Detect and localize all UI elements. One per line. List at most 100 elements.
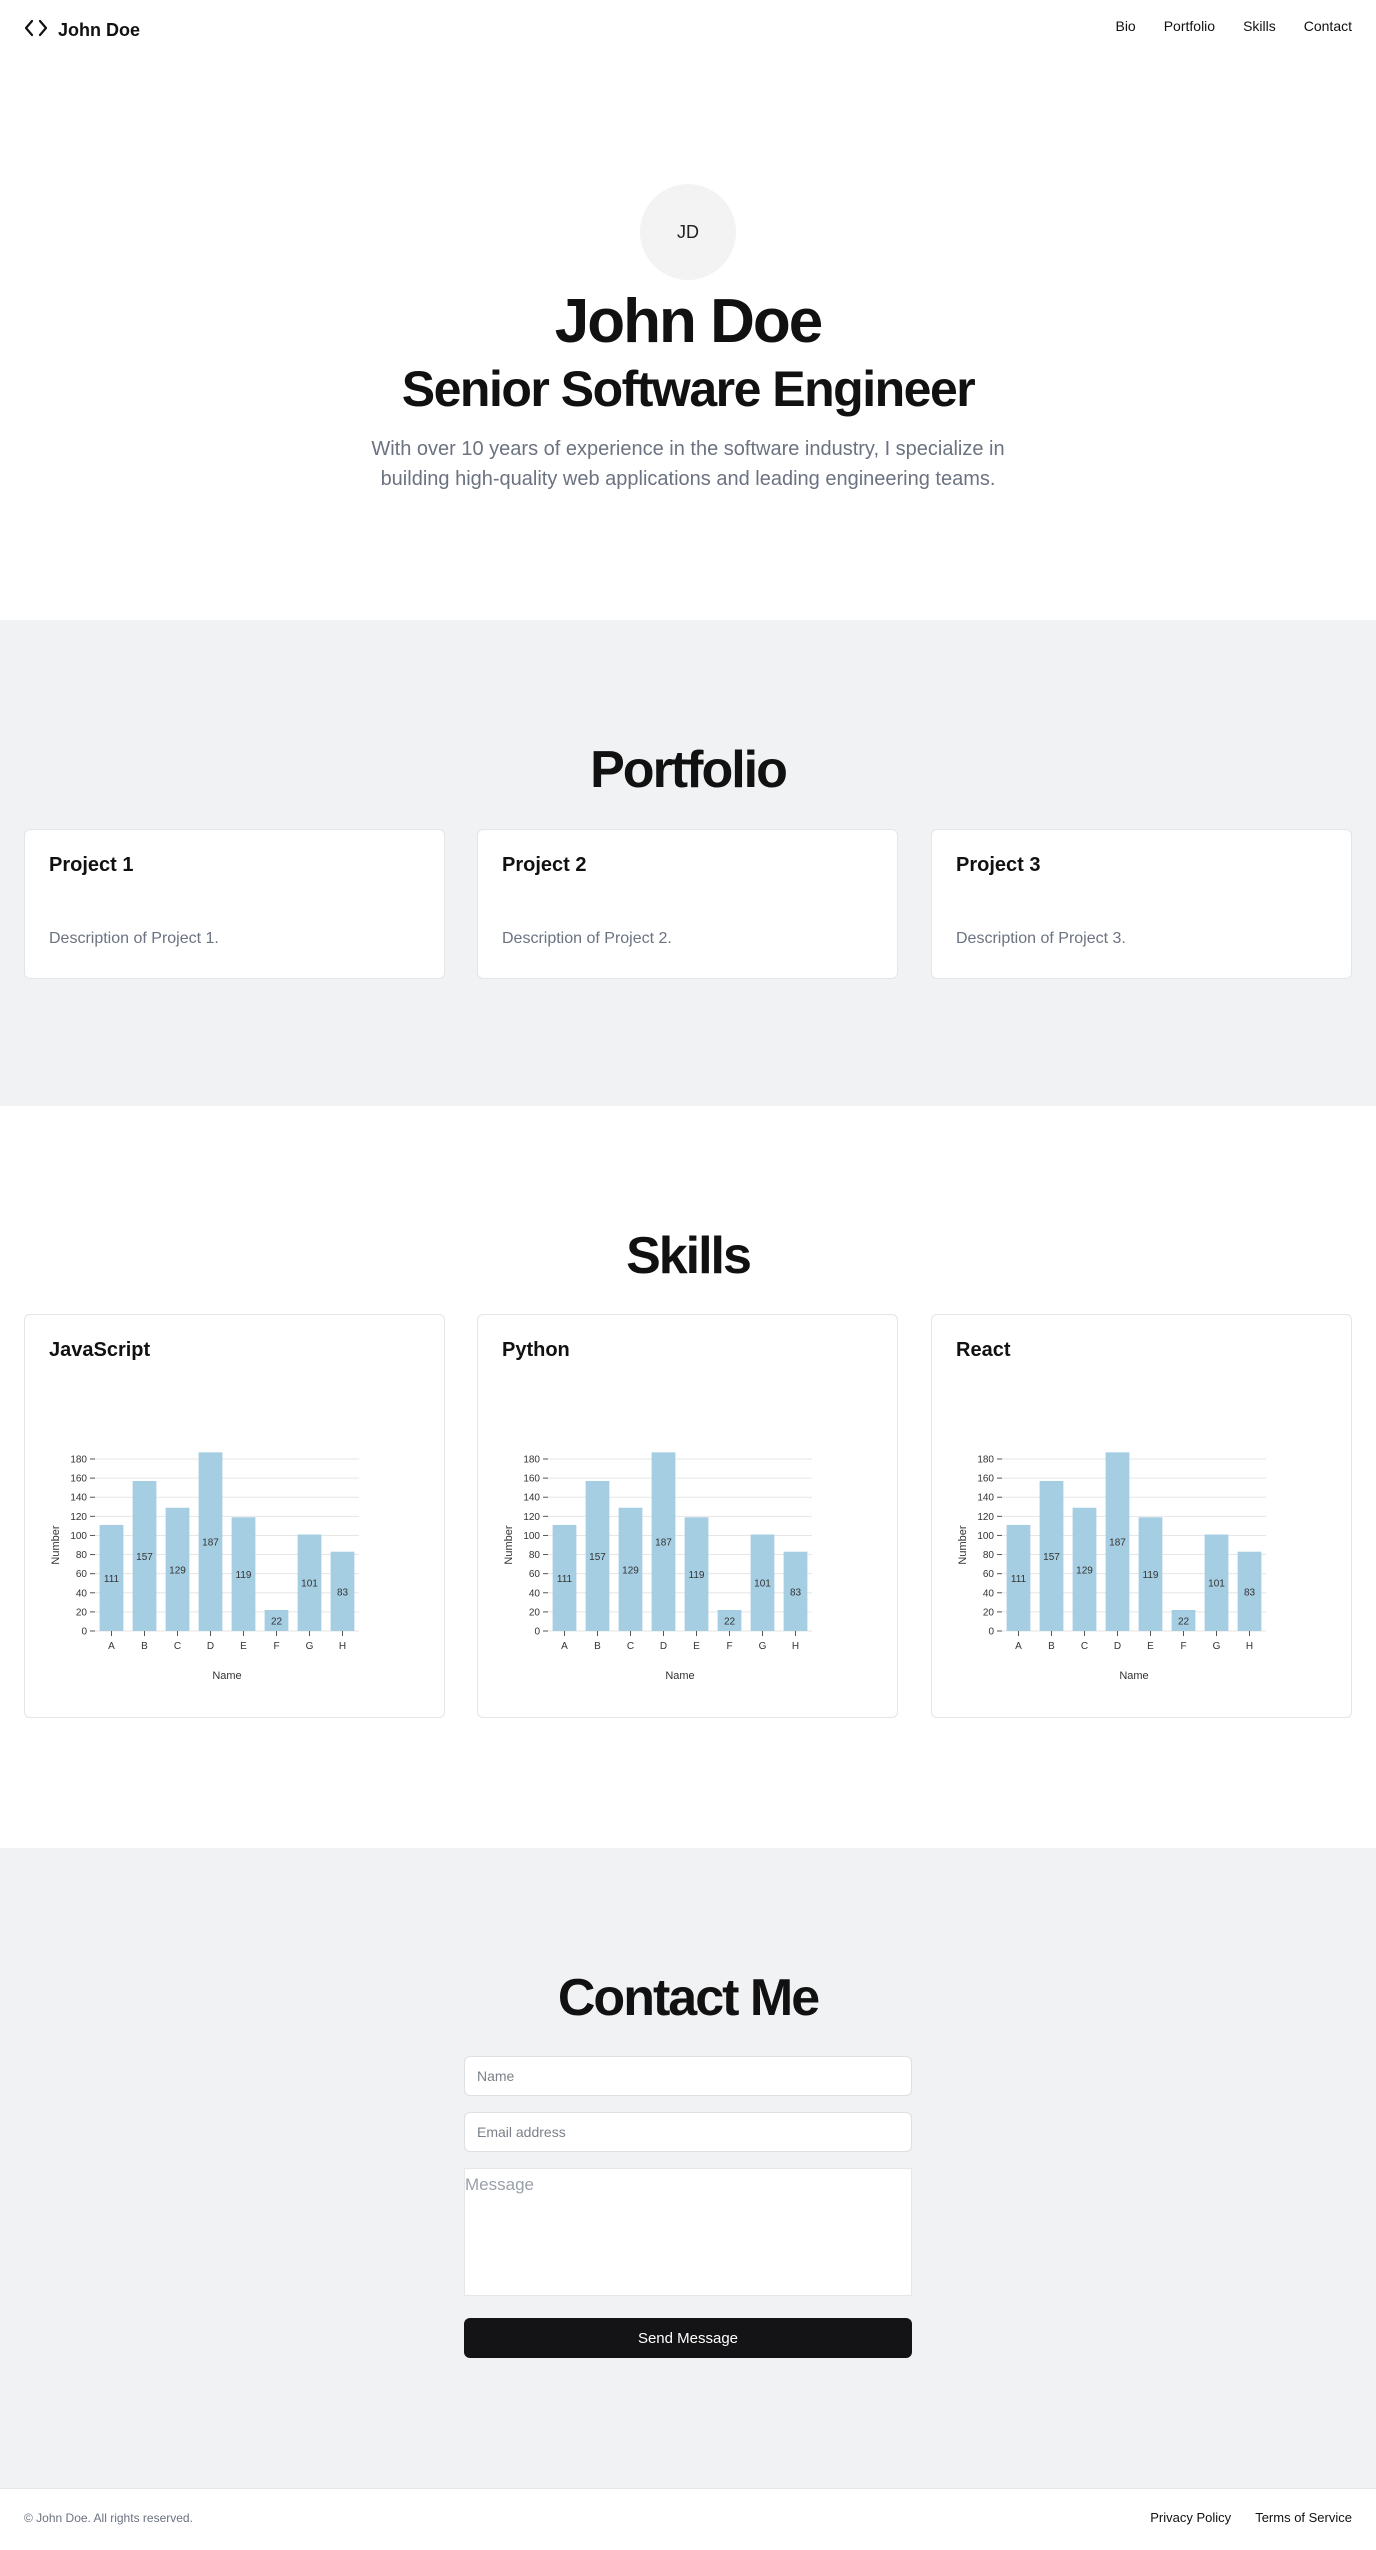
y-tick-label: 20 (529, 1607, 541, 1618)
bar-data-label: 119 (1143, 1570, 1159, 1581)
y-tick-label: 60 (529, 1569, 541, 1580)
contact-title: Contact Me (557, 1969, 820, 2027)
terms-of-service-link[interactable]: Terms of Service (1255, 2510, 1352, 2525)
x-tick-label: A (1015, 1641, 1022, 1652)
y-tick-label: 20 (76, 1607, 88, 1618)
nav-link-skills[interactable]: Skills (1243, 18, 1276, 34)
nav-link-bio[interactable]: Bio (1115, 18, 1135, 34)
bar-data-label: 111 (1011, 1574, 1027, 1585)
name-field[interactable] (464, 2056, 912, 2096)
y-tick-label: 80 (983, 1550, 995, 1561)
x-tick-label: G (1213, 1641, 1221, 1652)
y-tick-label: 180 (977, 1455, 994, 1466)
bar-data-label: 83 (337, 1587, 349, 1598)
project-card[interactable]: Project 3 Description of Project 3. (931, 829, 1352, 979)
x-tick-label: H (339, 1641, 346, 1652)
project-title: Project 3 (956, 854, 1041, 876)
skill-title: React (956, 1339, 1011, 1361)
bar-data-label: 83 (1244, 1587, 1256, 1598)
bar-data-label: 22 (271, 1616, 283, 1627)
nav-link-contact[interactable]: Contact (1304, 18, 1352, 34)
y-axis-label: Number (503, 1525, 515, 1564)
y-tick-label: 40 (529, 1588, 541, 1599)
site-footer: © John Doe. All rights reserved. Privacy… (0, 2488, 1376, 2550)
x-tick-label: F (1180, 1641, 1186, 1652)
hero-job-title: Senior Software Engineer (401, 361, 976, 417)
brand-link[interactable]: John Doe (24, 16, 140, 45)
y-tick-label: 180 (70, 1455, 87, 1466)
bar-data-label: 157 (589, 1552, 606, 1563)
y-tick-label: 0 (534, 1627, 540, 1638)
bar-data-label: 187 (1109, 1538, 1126, 1549)
project-card[interactable]: Project 1 Description of Project 1. (24, 829, 445, 979)
skill-card: Python 0 20 40 60 80 100 120 140 160 180 111 A 157 B 1… (477, 1314, 898, 1718)
y-tick-label: 120 (70, 1512, 87, 1523)
y-tick-label: 40 (983, 1588, 995, 1599)
y-tick-label: 60 (983, 1569, 995, 1580)
skill-bar-chart: 0 20 40 60 80 100 120 140 160 180 111 A 157 B 129 C 187 D… (503, 1452, 812, 1682)
nav-link-portfolio[interactable]: Portfolio (1164, 18, 1215, 34)
project-description: Description of Project 2. (502, 930, 672, 947)
y-tick-label: 180 (523, 1455, 540, 1466)
x-axis-label: Name (665, 1670, 694, 1682)
bar-data-label: 111 (104, 1574, 120, 1585)
y-axis-label: Number (957, 1525, 969, 1564)
x-tick-label: E (240, 1641, 247, 1652)
x-tick-label: F (273, 1641, 279, 1652)
y-tick-label: 80 (76, 1550, 88, 1561)
x-tick-label: F (726, 1641, 732, 1652)
bar-data-label: 22 (724, 1616, 736, 1627)
skill-bar-chart: 0 20 40 60 80 100 120 140 160 180 111 A 157 B 129 C 187 D… (50, 1452, 359, 1682)
bar-data-label: 83 (790, 1587, 802, 1598)
y-tick-label: 100 (70, 1531, 87, 1542)
x-tick-label: D (1114, 1641, 1121, 1652)
skills-title: Skills (626, 1227, 752, 1285)
y-tick-label: 160 (523, 1474, 540, 1485)
x-tick-label: C (174, 1641, 181, 1652)
x-tick-label: C (1081, 1641, 1088, 1652)
bar-data-label: 119 (689, 1570, 705, 1581)
x-tick-label: A (561, 1641, 568, 1652)
bar-data-label: 157 (1043, 1552, 1060, 1563)
y-tick-label: 100 (977, 1531, 994, 1542)
site-header: John Doe Bio Portfolio Skills Contact (0, 0, 1376, 56)
y-tick-label: 0 (988, 1627, 994, 1638)
x-tick-label: G (306, 1641, 314, 1652)
avatar: JD (640, 184, 736, 280)
y-tick-label: 140 (70, 1493, 87, 1504)
main-nav: Bio Portfolio Skills Contact (1115, 18, 1352, 34)
bar-data-label: 129 (169, 1565, 186, 1576)
send-message-button[interactable]: Send Message (464, 2318, 912, 2358)
bar-data-label: 101 (1208, 1579, 1225, 1590)
x-tick-label: H (1246, 1641, 1253, 1652)
x-tick-label: E (693, 1641, 700, 1652)
project-title: Project 1 (49, 854, 134, 876)
privacy-policy-link[interactable]: Privacy Policy (1150, 2510, 1231, 2525)
project-card[interactable]: Project 2 Description of Project 2. (477, 829, 898, 979)
bar-data-label: 129 (1076, 1565, 1093, 1576)
bar-data-label: 119 (236, 1570, 252, 1581)
brand-name: John Doe (58, 20, 141, 40)
y-tick-label: 160 (977, 1474, 994, 1485)
portfolio-title: Portfolio (590, 741, 788, 799)
x-axis-label: Name (212, 1670, 241, 1682)
y-axis-label: Number (50, 1525, 62, 1564)
x-tick-label: H (792, 1641, 799, 1652)
message-field[interactable] (464, 2168, 912, 2296)
x-tick-label: B (141, 1641, 148, 1652)
bar-data-label: 101 (754, 1579, 771, 1590)
bar-data-label: 22 (1178, 1616, 1190, 1627)
footer-links: Privacy Policy Terms of Service (1150, 2510, 1352, 2525)
hero-description: With over 10 years of experience in the … (371, 438, 1005, 490)
hero-name: John Doe (554, 287, 823, 356)
contact-section: Contact Me Send Message (0, 1848, 1376, 2488)
skill-card: React 0 20 40 60 80 100 120 140 160 180 111 A 157 B 12… (931, 1314, 1352, 1718)
skill-card: JavaScript 0 20 40 60 80 100 120 140 160 180 111 A 1… (24, 1314, 445, 1718)
y-tick-label: 40 (76, 1588, 88, 1599)
bio-section: JD John Doe Senior Software Engineer Wit… (0, 56, 1376, 620)
y-tick-label: 120 (523, 1512, 540, 1523)
email-field[interactable] (464, 2112, 912, 2152)
project-description: Description of Project 3. (956, 930, 1126, 947)
y-tick-label: 120 (977, 1512, 994, 1523)
y-tick-label: 0 (81, 1627, 87, 1638)
